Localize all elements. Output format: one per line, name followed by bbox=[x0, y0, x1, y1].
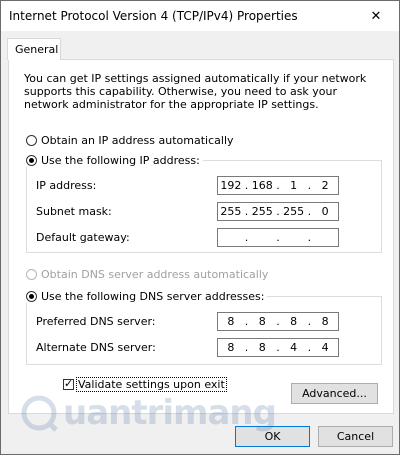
dns-octet: 4 bbox=[321, 341, 329, 354]
validate-settings-checkbox[interactable]: ✓ Validate settings upon exit bbox=[63, 377, 227, 392]
preferred-dns-label: Preferred DNS server: bbox=[36, 315, 156, 328]
ip-octet: 168 bbox=[251, 179, 273, 192]
title-bar[interactable]: Internet Protocol Version 4 (TCP/IPv4) P… bbox=[1, 1, 399, 31]
general-panel: You can get IP settings assigned automat… bbox=[8, 59, 394, 414]
radio-indicator bbox=[26, 135, 37, 146]
advanced-button[interactable]: Advanced... bbox=[291, 383, 378, 404]
cancel-button[interactable]: Cancel bbox=[318, 426, 393, 447]
ip-address-input[interactable]: 192. 168. 1. 2 bbox=[217, 176, 339, 195]
ok-button[interactable]: OK bbox=[235, 426, 310, 447]
obtain-dns-auto-radio[interactable]: Obtain DNS server address automatically bbox=[26, 268, 272, 281]
ip-octet: 1 bbox=[290, 179, 298, 192]
close-button[interactable]: ✕ bbox=[353, 1, 399, 31]
advanced-button-label: Advanced... bbox=[302, 387, 367, 400]
radio-indicator-checked bbox=[26, 291, 37, 302]
use-following-ip-radio[interactable]: Use the following IP address: bbox=[26, 154, 203, 167]
subnet-octet: 255 bbox=[220, 205, 242, 218]
dns-octet: 8 bbox=[227, 341, 235, 354]
subnet-mask-input[interactable]: 255. 255. 255. 0 bbox=[217, 202, 339, 221]
use-following-dns-radio[interactable]: Use the following DNS server addresses: bbox=[26, 290, 268, 303]
default-gateway-input[interactable]: . . . bbox=[217, 228, 339, 247]
tab-general[interactable]: General bbox=[7, 38, 61, 60]
obtain-ip-auto-label: Obtain an IP address automatically bbox=[41, 134, 234, 147]
ok-button-label: OK bbox=[264, 430, 281, 443]
alternate-dns-label: Alternate DNS server: bbox=[36, 341, 156, 354]
cancel-button-label: Cancel bbox=[336, 430, 375, 443]
dns-octet: 8 bbox=[290, 315, 298, 328]
ip-octet: 192 bbox=[220, 179, 242, 192]
alternate-dns-input[interactable]: 8. 8. 4. 4 bbox=[217, 338, 339, 357]
use-following-ip-label: Use the following IP address: bbox=[41, 154, 200, 167]
close-icon: ✕ bbox=[370, 8, 382, 24]
checkmark-icon: ✓ bbox=[64, 377, 74, 390]
tab-general-label: General bbox=[15, 43, 59, 56]
dns-octet: 8 bbox=[321, 315, 329, 328]
obtain-dns-auto-label: Obtain DNS server address automatically bbox=[41, 268, 269, 281]
subnet-mask-label: Subnet mask: bbox=[36, 205, 112, 218]
subnet-octet: 255 bbox=[251, 205, 273, 218]
use-following-dns-label: Use the following DNS server addresses: bbox=[41, 290, 265, 303]
radio-indicator-disabled bbox=[26, 269, 37, 280]
default-gateway-label: Default gateway: bbox=[36, 231, 130, 244]
subnet-octet: 0 bbox=[321, 205, 329, 218]
radio-indicator-checked bbox=[26, 155, 37, 166]
dns-octet: 4 bbox=[290, 341, 298, 354]
dns-octet: 8 bbox=[258, 315, 266, 328]
checkbox-indicator: ✓ bbox=[63, 377, 74, 390]
ip-octet: 2 bbox=[321, 179, 329, 192]
description-text: You can get IP settings assigned automat… bbox=[24, 72, 367, 111]
window-title: Internet Protocol Version 4 (TCP/IPv4) P… bbox=[9, 9, 298, 23]
preferred-dns-input[interactable]: 8. 8. 8. 8 bbox=[217, 312, 339, 331]
subnet-octet: 255 bbox=[283, 205, 305, 218]
dialog-window: Internet Protocol Version 4 (TCP/IPv4) P… bbox=[0, 0, 400, 455]
dns-octet: 8 bbox=[227, 315, 235, 328]
dns-octet: 8 bbox=[258, 341, 266, 354]
validate-settings-label: Validate settings upon exit bbox=[76, 377, 227, 392]
ip-address-label: IP address: bbox=[36, 179, 97, 192]
obtain-ip-auto-radio[interactable]: Obtain an IP address automatically bbox=[26, 134, 237, 147]
